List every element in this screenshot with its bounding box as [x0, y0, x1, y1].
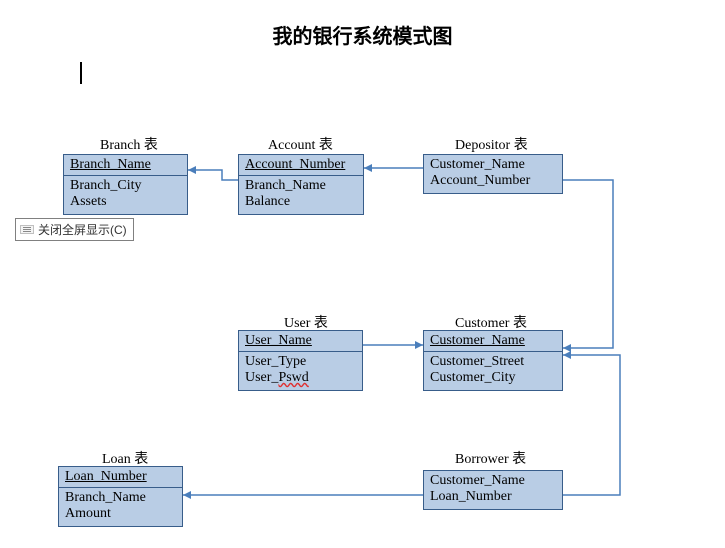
user-col: User_Pswd [245, 370, 356, 386]
customer-label: Customer 表 [455, 312, 527, 332]
customer-col: Customer_City [430, 370, 556, 386]
branch-col: Assets [70, 194, 181, 210]
loan-col: Amount [65, 506, 176, 522]
diagram-canvas: 我的银行系统模式图 Branch 表 Branch_Name Branch_Ci… [0, 0, 725, 548]
account-table: Account_Number Branch_Name Balance [238, 154, 364, 215]
loan-pk: Loan_Number [65, 469, 176, 485]
customer-table: Customer_Name Customer_Street Customer_C… [423, 330, 563, 391]
diagram-title: 我的银行系统模式图 [0, 20, 725, 49]
user-col: User_Type [245, 354, 356, 370]
depositor-col: Customer_Name [430, 157, 556, 173]
grip-icon [20, 225, 34, 234]
user-table: User_Name User_Type User_Pswd [238, 330, 363, 391]
branch-table: Branch_Name Branch_City Assets [63, 154, 188, 215]
account-col: Balance [245, 194, 357, 210]
account-pk: Account_Number [245, 157, 357, 173]
loan-col: Branch_Name [65, 490, 176, 506]
user-pswd-wavy: Pswd [278, 370, 308, 385]
account-col: Branch_Name [245, 178, 357, 194]
customer-col: Customer_Street [430, 354, 556, 370]
user-pk: User_Name [245, 333, 356, 349]
text-cursor [80, 62, 81, 84]
borrower-col: Loan_Number [430, 489, 556, 505]
loan-table: Loan_Number Branch_Name Amount [58, 466, 183, 527]
branch-label: Branch 表 [100, 134, 158, 154]
depositor-table: Customer_Name Account_Number [423, 154, 563, 194]
borrower-label: Borrower 表 [455, 448, 526, 468]
loan-label: Loan 表 [102, 448, 148, 468]
depositor-label: Depositor 表 [455, 134, 528, 154]
depositor-col: Account_Number [430, 173, 556, 189]
close-fullscreen-tooltip[interactable]: 关闭全屏显示(C) [15, 218, 134, 241]
tooltip-label: 关闭全屏显示(C) [38, 221, 127, 238]
branch-col: Branch_City [70, 178, 181, 194]
account-label: Account 表 [268, 134, 333, 154]
borrower-col: Customer_Name [430, 473, 556, 489]
borrower-table: Customer_Name Loan_Number [423, 470, 563, 510]
branch-pk: Branch_Name [70, 157, 181, 173]
user-label: User 表 [284, 312, 328, 332]
customer-pk: Customer_Name [430, 333, 556, 349]
